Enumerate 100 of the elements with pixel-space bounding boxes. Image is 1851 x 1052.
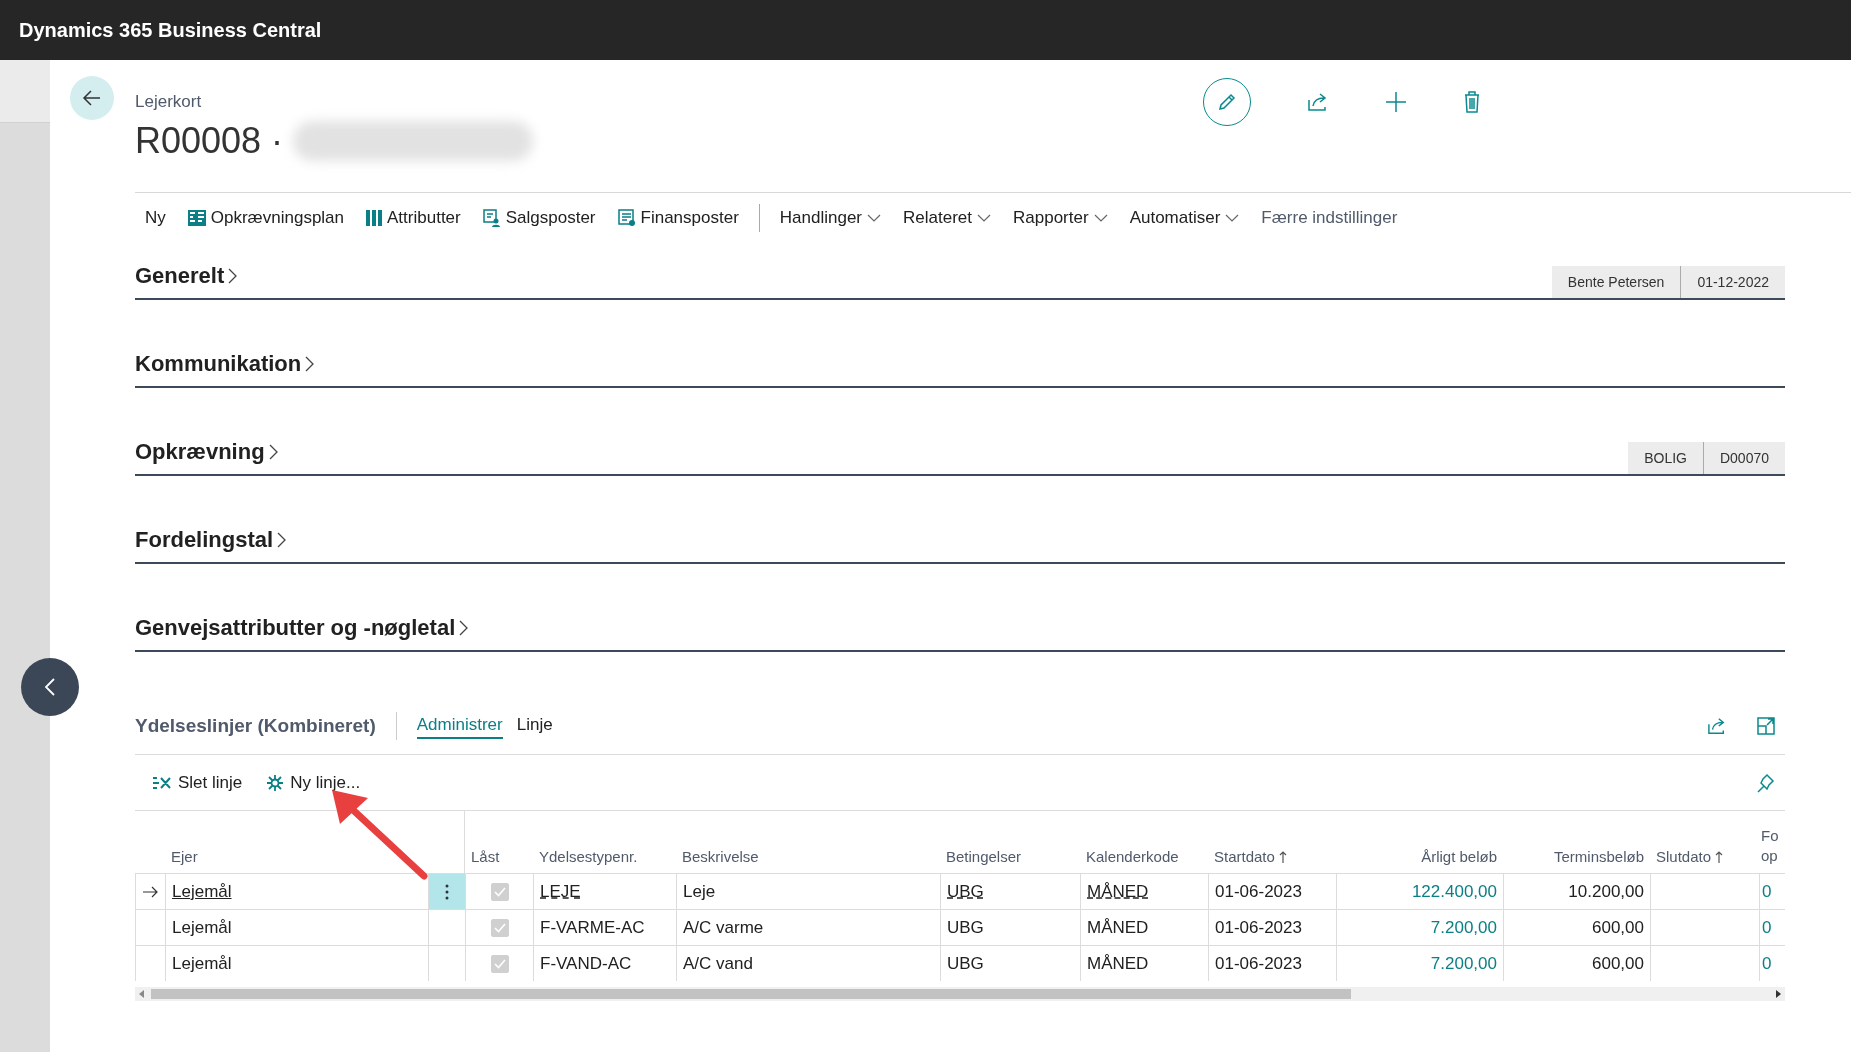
table-cell[interactable]: 7.200,00 (1430, 953, 1497, 974)
scroll-right-icon[interactable] (1775, 990, 1781, 998)
section-header[interactable]: Opkrævning BOLIG D00070 (135, 430, 1785, 476)
summary-field: Bente Petersen (1551, 266, 1681, 298)
grid-icon (187, 210, 206, 226)
table-cell: 01-06-2023 (1215, 881, 1302, 902)
table-cell[interactable]: Lejemål (172, 881, 232, 902)
table-cell[interactable]: F-VAND-AC (540, 953, 632, 974)
column-header[interactable]: Slutdato (1650, 848, 1759, 873)
part-tab[interactable]: Linje (516, 713, 553, 739)
pin-icon[interactable] (1757, 772, 1775, 793)
column-header[interactable]: Betingelser (940, 848, 1080, 873)
page-caption: Lejerkort (135, 92, 203, 112)
section-header[interactable]: Kommunikation (135, 342, 1785, 388)
section-title[interactable]: Genvejsattributter og -nøgletal (135, 615, 456, 641)
action-button[interactable]: Ny (135, 202, 176, 234)
summary-field: D00070 (1702, 442, 1785, 474)
column-header[interactable]: Terminsbeløb (1503, 848, 1650, 873)
action-button[interactable]: Finansposter (607, 202, 749, 234)
table-cell: 600,00 (1592, 953, 1644, 974)
plus-icon[interactable] (1385, 91, 1407, 113)
column-header[interactable]: Årligt beløb (1336, 848, 1503, 873)
action-button[interactable]: Handlinger (769, 202, 892, 234)
sort-ascending-icon (1715, 850, 1724, 863)
action-button[interactable]: Færre indstillinger (1251, 202, 1408, 234)
table-cell: A/C vand (683, 953, 753, 974)
action-button[interactable]: Opkrævningsplan (177, 202, 355, 234)
expand-icon[interactable] (1757, 717, 1775, 735)
collapse-button[interactable] (21, 658, 79, 716)
chevron-down-icon (1093, 214, 1108, 222)
chevron-right-icon (268, 444, 278, 460)
chevron-right-icon (305, 356, 315, 372)
delete-rows-icon (152, 775, 172, 790)
column-header[interactable]: Fo op (1759, 826, 1785, 873)
ledger-icon (617, 209, 636, 227)
table-cell[interactable]: 7.200,00 (1430, 917, 1497, 938)
table-cell[interactable]: Lejemål (172, 953, 232, 974)
record-title: R00008 · (135, 120, 284, 162)
chevron-right-icon (459, 620, 469, 636)
line-action-button[interactable]: Slet linje (150, 768, 245, 797)
table-cell[interactable]: LEJE (540, 881, 581, 902)
column-header[interactable]: Kalenderkode (1080, 848, 1208, 873)
column-header[interactable]: Ejer (165, 848, 428, 873)
section-title[interactable]: Kommunikation (135, 351, 302, 377)
table-cell: A/C varme (683, 917, 764, 938)
section-title[interactable]: Opkrævning (135, 439, 265, 465)
edit-button[interactable] (1203, 78, 1251, 126)
column-header[interactable]: Ydelsestypenr. (533, 848, 676, 873)
column-header[interactable]: Startdato (1208, 848, 1336, 873)
table-cell[interactable]: MÅNED (1087, 917, 1149, 938)
action-button[interactable]: Rapporter (1003, 202, 1118, 234)
columns-icon (366, 210, 383, 226)
action-button[interactable]: Relateret (893, 202, 1001, 234)
section-header[interactable]: Genvejsattributter og -nøgletal (135, 606, 1785, 652)
table-cell[interactable]: UBG (947, 917, 984, 938)
table-cell[interactable]: UBG (947, 953, 984, 974)
column-header[interactable]: Beskrivelse (676, 848, 940, 873)
back-button[interactable] (70, 76, 114, 120)
line-action-button[interactable]: Ny linje... (264, 768, 363, 797)
table-cell: Leje (683, 881, 716, 902)
share-icon[interactable] (1307, 92, 1329, 112)
share-icon[interactable] (1707, 717, 1727, 735)
column-header[interactable]: Låst (465, 848, 533, 873)
table-row[interactable]: Lejemål LEJE Leje UBG MÅNED 01-06-2023 122.400,00 10.200,00 0 (135, 873, 1785, 909)
section-header[interactable]: Generelt Bente Petersen 01-12-2022 (135, 254, 1785, 300)
table-cell[interactable]: 0 (1762, 881, 1772, 902)
summary-field: 01-12-2022 (1680, 266, 1785, 298)
chevron-left-icon (44, 677, 56, 697)
table-cell[interactable]: 0 (1762, 953, 1772, 974)
back-arrow-icon (82, 88, 102, 108)
current-row-arrow-icon (142, 885, 159, 898)
more-options-icon[interactable] (445, 883, 449, 900)
action-button[interactable]: Automatiser (1119, 202, 1250, 234)
table-cell: 01-06-2023 (1215, 917, 1302, 938)
sort-ascending-icon (1278, 850, 1287, 863)
chevron-down-icon (867, 214, 882, 222)
action-button[interactable]: Salgsposter (472, 202, 606, 234)
summary-field: BOLIG (1628, 442, 1703, 474)
action-button[interactable]: Attributter (356, 202, 471, 234)
table-cell[interactable]: 0 (1762, 917, 1772, 938)
table-cell[interactable]: F-VARME-AC (540, 917, 645, 938)
table-cell: 01-06-2023 (1215, 953, 1302, 974)
section-title[interactable]: Generelt (135, 263, 225, 289)
table-row[interactable]: Lejemål F-VAND-AC A/C vand UBG MÅNED 01-06-2023 7.200,00 600,00 0 (135, 945, 1785, 981)
table-cell[interactable]: MÅNED (1087, 881, 1149, 902)
scroll-left-icon[interactable] (139, 990, 145, 998)
document-person-icon (482, 209, 501, 227)
section-header[interactable]: Fordelingstal (135, 518, 1785, 564)
table-cell[interactable]: MÅNED (1087, 953, 1149, 974)
table-cell[interactable]: UBG (947, 881, 984, 902)
table-row[interactable]: Lejemål F-VARME-AC A/C varme UBG MÅNED 01-06-2023 7.200,00 600,00 0 (135, 909, 1785, 945)
part-tab[interactable]: Administrer (416, 713, 503, 739)
section-title[interactable]: Fordelingstal (135, 527, 274, 553)
horizontal-scrollbar[interactable] (135, 987, 1785, 1001)
trash-icon[interactable] (1463, 91, 1481, 113)
table-cell: 10.200,00 (1568, 881, 1644, 902)
table-cell[interactable]: 122.400,00 (1411, 881, 1497, 902)
table-cell[interactable]: Lejemål (172, 917, 232, 938)
chevron-right-icon (228, 268, 238, 284)
sparkle-icon (266, 773, 285, 792)
